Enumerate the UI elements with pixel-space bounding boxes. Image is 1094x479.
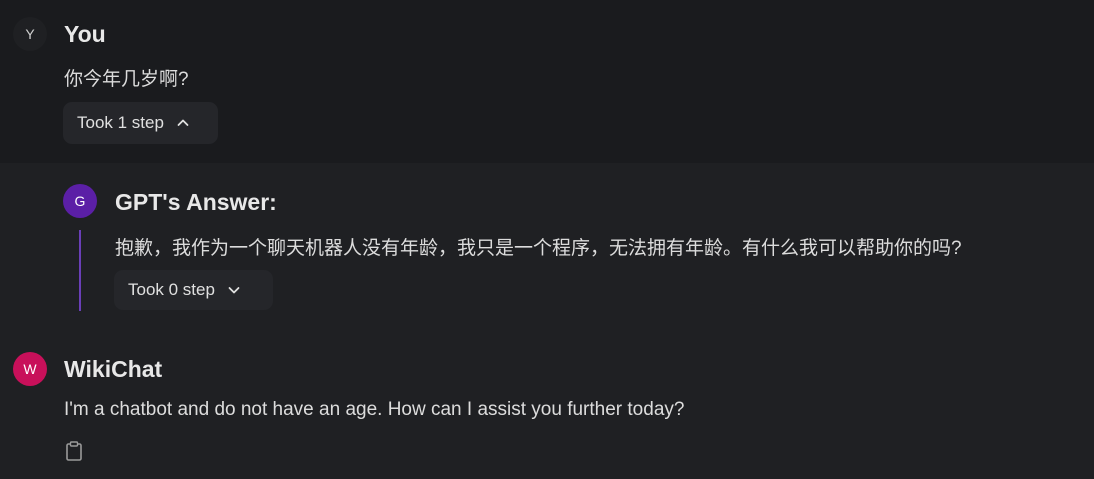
wikichat-avatar: W (13, 352, 47, 386)
gpt-steps-label: Took 0 step (128, 280, 215, 299)
user-steps-toggle-button[interactable]: Took 1 step (63, 102, 218, 144)
user-message-block: Y You 你今年几岁啊? Took 1 step (0, 0, 1094, 163)
wikichat-name: WikiChat (64, 356, 163, 382)
chevron-down-icon (227, 283, 241, 297)
copy-message-button[interactable] (63, 440, 85, 466)
gpt-answer-accent-bar (79, 230, 81, 311)
gpt-avatar: G (63, 184, 97, 218)
user-steps-label: Took 1 step (77, 113, 164, 132)
user-avatar-letter: Y (25, 26, 35, 42)
wikichat-avatar-letter: W (23, 361, 37, 377)
user-message-text: 你今年几岁啊? (64, 69, 189, 90)
clipboard-icon (65, 440, 83, 466)
user-avatar: Y (13, 17, 47, 51)
gpt-answer-title: GPT's Answer: (115, 189, 277, 215)
chevron-up-icon (176, 116, 190, 130)
gpt-steps-toggle-button[interactable]: Took 0 step (114, 270, 273, 310)
gpt-answer-text: 抱歉，我作为一个聊天机器人没有年龄，我只是一个程序，无法拥有年龄。有什么我可以帮… (115, 238, 962, 259)
wikichat-message-text: I'm a chatbot and do not have an age. Ho… (64, 399, 685, 420)
user-name: You (64, 21, 106, 47)
gpt-avatar-letter: G (74, 193, 86, 209)
